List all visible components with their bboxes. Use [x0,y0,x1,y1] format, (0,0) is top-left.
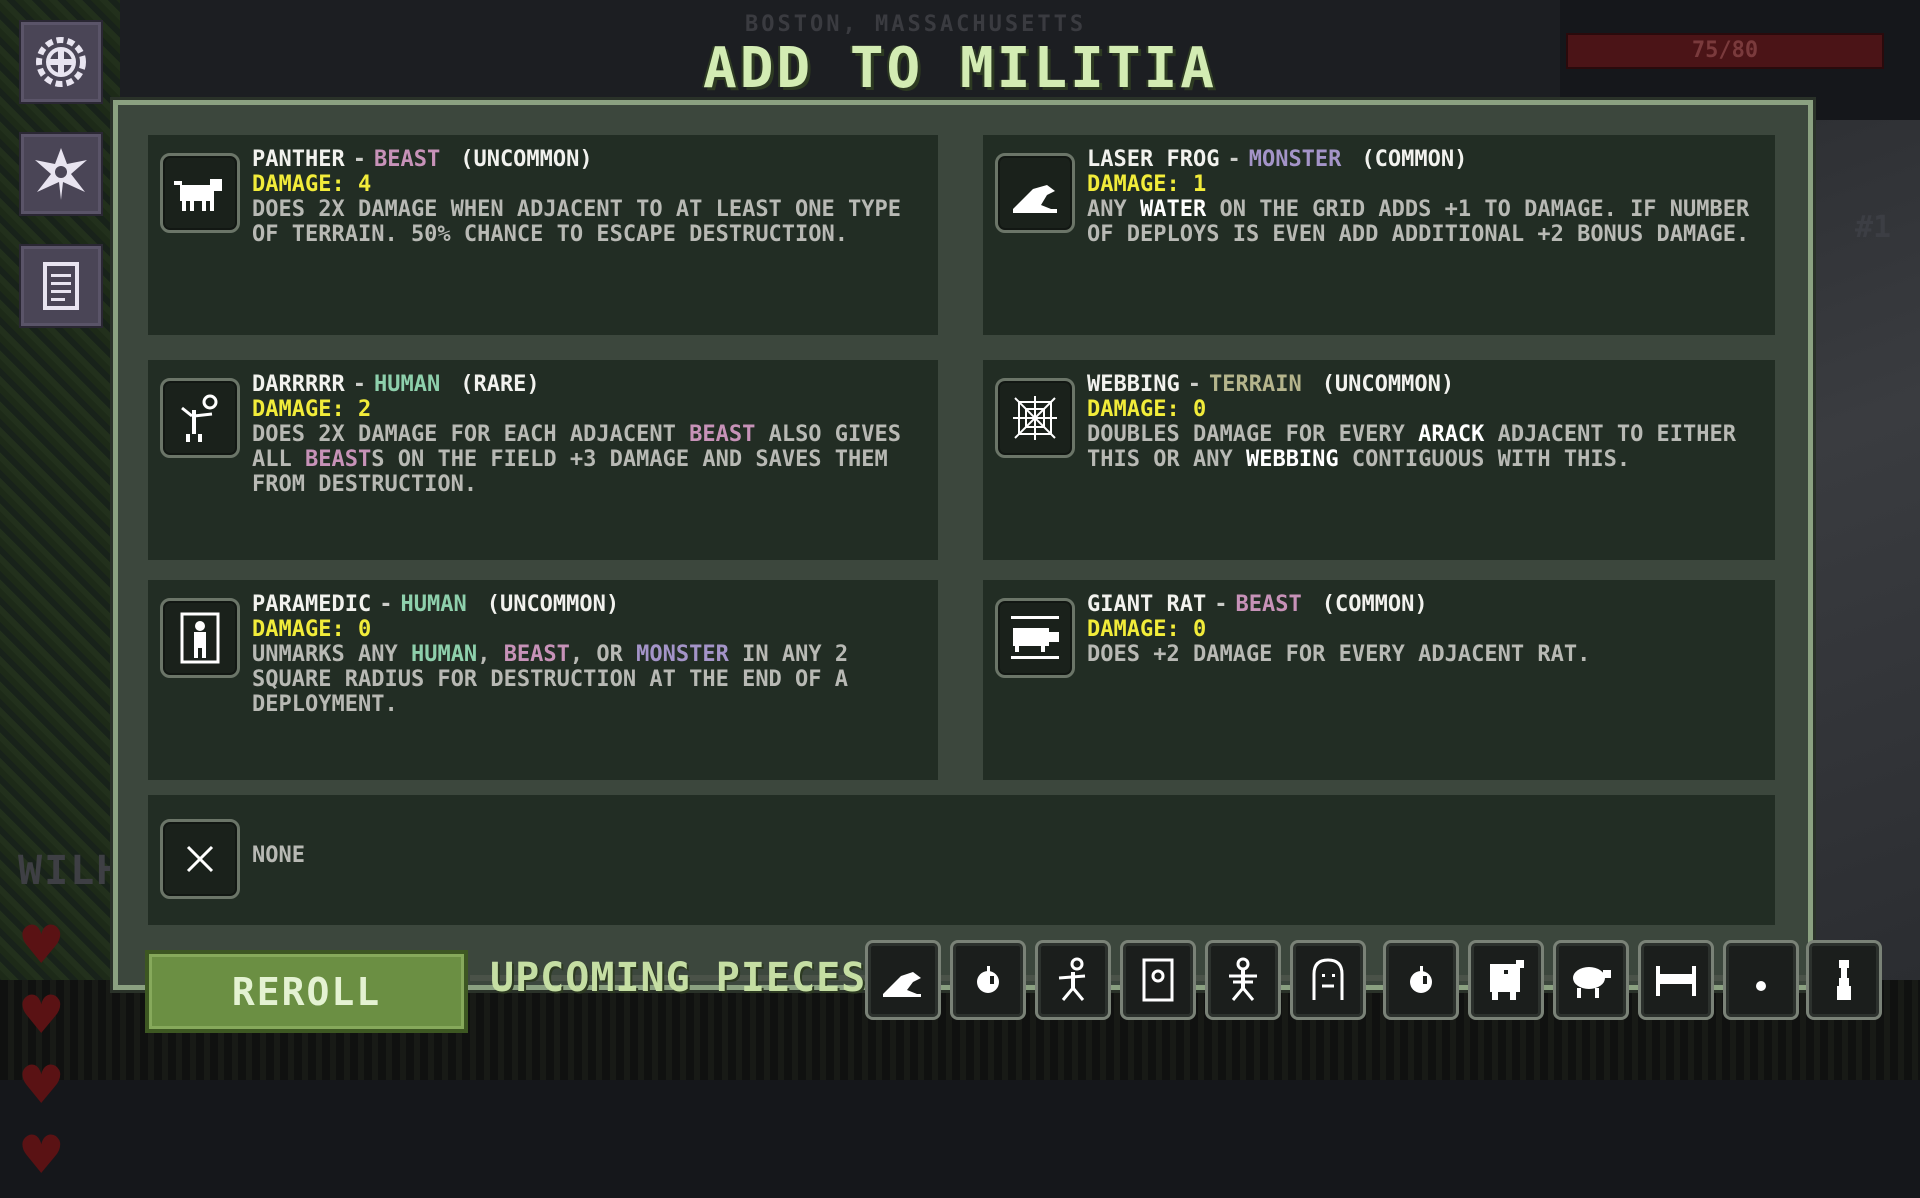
card-rarity: (COMMON) [1361,147,1468,172]
card-rarity: (COMMON) [1321,592,1428,617]
none-label: NONE [252,843,305,868]
card-type: HUMAN [373,372,441,397]
frog-icon [1013,185,1057,213]
card-damage: DAMAGE: 1 [1087,172,1207,197]
bed-icon [1656,966,1696,996]
card-damage: DAMAGE: 4 [252,172,372,197]
card-damage: DAMAGE: 0 [1087,617,1207,642]
rank-label: #1 [1855,210,1892,245]
dialog-title: ADD TO MILITIA [702,36,1217,101]
card-text: NONE [252,843,1765,868]
card-webbing[interactable]: WEBBING - TERRAIN (UNCOMMON) DAMAGE: 0 DOUB… [983,360,1775,560]
card-icon [160,378,240,458]
card-damage: DAMAGE: 0 [1087,397,1207,422]
card-type: TERRAIN [1208,372,1302,397]
card-name: WEBBING [1087,372,1180,397]
card-text: PANTHER - BEAST (UNCOMMON) DAMAGE: 4 DOES 2… [252,147,928,247]
card-name: DARRRRR [252,372,345,397]
card-description: ANY WATER ON THE GRID ADDS +1 TO DAMAGE.… [1087,197,1750,247]
apple-icon [1410,966,1432,993]
card-rarity: (UNCOMMON) [486,592,620,617]
dot-icon [1756,981,1766,991]
reroll-button[interactable]: REROLL [145,950,468,1033]
upcoming-piece[interactable] [1553,940,1629,1020]
card-description: DOES 2X DAMAGE FOR EACH ADJACENT BEAST A… [252,422,902,497]
card-rarity: (RARE) [460,372,540,397]
card-rarity: (UNCOMMON) [1321,372,1455,397]
upcoming-piece[interactable] [1035,940,1111,1020]
card-icon [995,598,1075,678]
card-icon [160,153,240,233]
militia-button[interactable] [19,132,103,216]
card-description: DOUBLES DAMAGE FOR EVERY ARACK ADJACENT … [1087,422,1737,472]
pirate-icon [181,394,218,442]
card-rarity: (UNCOMMON) [460,147,593,172]
upcoming-piece[interactable] [1205,940,1281,1020]
card-name: PANTHER [252,147,345,172]
upcoming-piece[interactable] [1806,940,1882,1020]
upcoming-piece[interactable] [865,940,941,1020]
frog-icon [883,972,921,997]
paramedic-icon [180,612,220,664]
upcoming-piece[interactable] [1723,940,1799,1020]
heart-icon: ♥ [22,1049,61,1123]
monster-icon [1490,960,1524,1000]
card-none[interactable]: NONE [148,795,1775,925]
spider-web-icon [1013,396,1057,440]
card-text: LASER FROG - MONSTER (COMMON) DAMAGE: 1 ANY… [1087,147,1765,247]
player-name: WILH [18,848,123,894]
card-damage: DAMAGE: 2 [252,397,372,422]
skeleton-icon [1229,957,1257,1001]
ghost-icon [1312,958,1344,1000]
card-darrrrr[interactable]: DARRRRR - HUMAN (RARE) DAMAGE: 2 DOES 2X DA… [148,360,938,560]
runner-icon [1058,957,1086,1001]
upcoming-piece[interactable] [950,940,1026,1020]
rat-icon [1011,616,1059,659]
heart-icon: ♥ [22,979,61,1053]
panther-icon [174,179,222,211]
militia-emblem-icon [35,148,87,200]
card-description: DOES +2 DAMAGE FOR EVERY ADJACENT RAT. [1087,642,1591,667]
upcoming-piece[interactable] [1290,940,1366,1020]
apple-icon [977,966,999,993]
upcoming-piece[interactable] [1120,940,1196,1020]
card-name: GIANT RAT [1087,592,1207,617]
card-description: DOES 2X DAMAGE WHEN ADJACENT TO AT LEAST… [252,197,902,247]
close-icon [186,845,214,873]
militia-dialog: PANTHER - BEAST (UNCOMMON) DAMAGE: 4 DOES 2… [113,100,1813,990]
card-type: MONSTER [1248,147,1342,172]
card-paramedic[interactable]: PARAMEDIC - HUMAN (UNCOMMON) DAMAGE: 0 UNMA… [148,580,938,780]
upcoming-label: UPCOMING PIECES: [490,955,892,1001]
card-text: PARAMEDIC - HUMAN (UNCOMMON) DAMAGE: 0 UNMA… [252,592,928,717]
card-type: HUMAN [400,592,467,617]
location-label: BOSTON, MASSACHUSETTS [745,12,1087,37]
upcoming-piece[interactable] [1383,940,1459,1020]
card-name: LASER FROG [1087,147,1220,172]
card-icon [160,598,240,678]
document-icon [43,262,79,310]
card-icon [160,819,240,899]
log-button[interactable] [19,244,103,328]
card-panther[interactable]: PANTHER - BEAST (UNCOMMON) DAMAGE: 4 DOES 2… [148,135,938,335]
card-text: DARRRRR - HUMAN (RARE) DAMAGE: 2 DOES 2X DA… [252,372,928,497]
upcoming-piece[interactable] [1468,940,1544,1020]
heart-icon: ♥ [22,909,61,983]
card-laser-frog[interactable]: LASER FROG - MONSTER (COMMON) DAMAGE: 1 ANY… [983,135,1775,335]
card-icon [995,378,1075,458]
card-description: UNMARKS ANY HUMAN, BEAST, OR MONSTER IN … [252,642,849,717]
sheep-icon [1573,967,1611,998]
tower-icon [1837,960,1851,1000]
card-damage: DAMAGE: 0 [252,617,372,642]
card-text: WEBBING - TERRAIN (UNCOMMON) DAMAGE: 0 DOUB… [1087,372,1765,472]
card-type: BEAST [373,147,441,172]
upcoming-piece[interactable] [1638,940,1714,1020]
card-text: GIANT RAT - BEAST (COMMON) DAMAGE: 0 DOES +… [1087,592,1765,667]
card-type: BEAST [1235,592,1302,617]
card-icon [995,153,1075,233]
card-giant-rat[interactable]: GIANT RAT - BEAST (COMMON) DAMAGE: 0 DOES +… [983,580,1775,780]
door-icon [1142,958,1174,1002]
card-name: PARAMEDIC [252,592,372,617]
heart-icon: ♥ [22,1119,61,1193]
